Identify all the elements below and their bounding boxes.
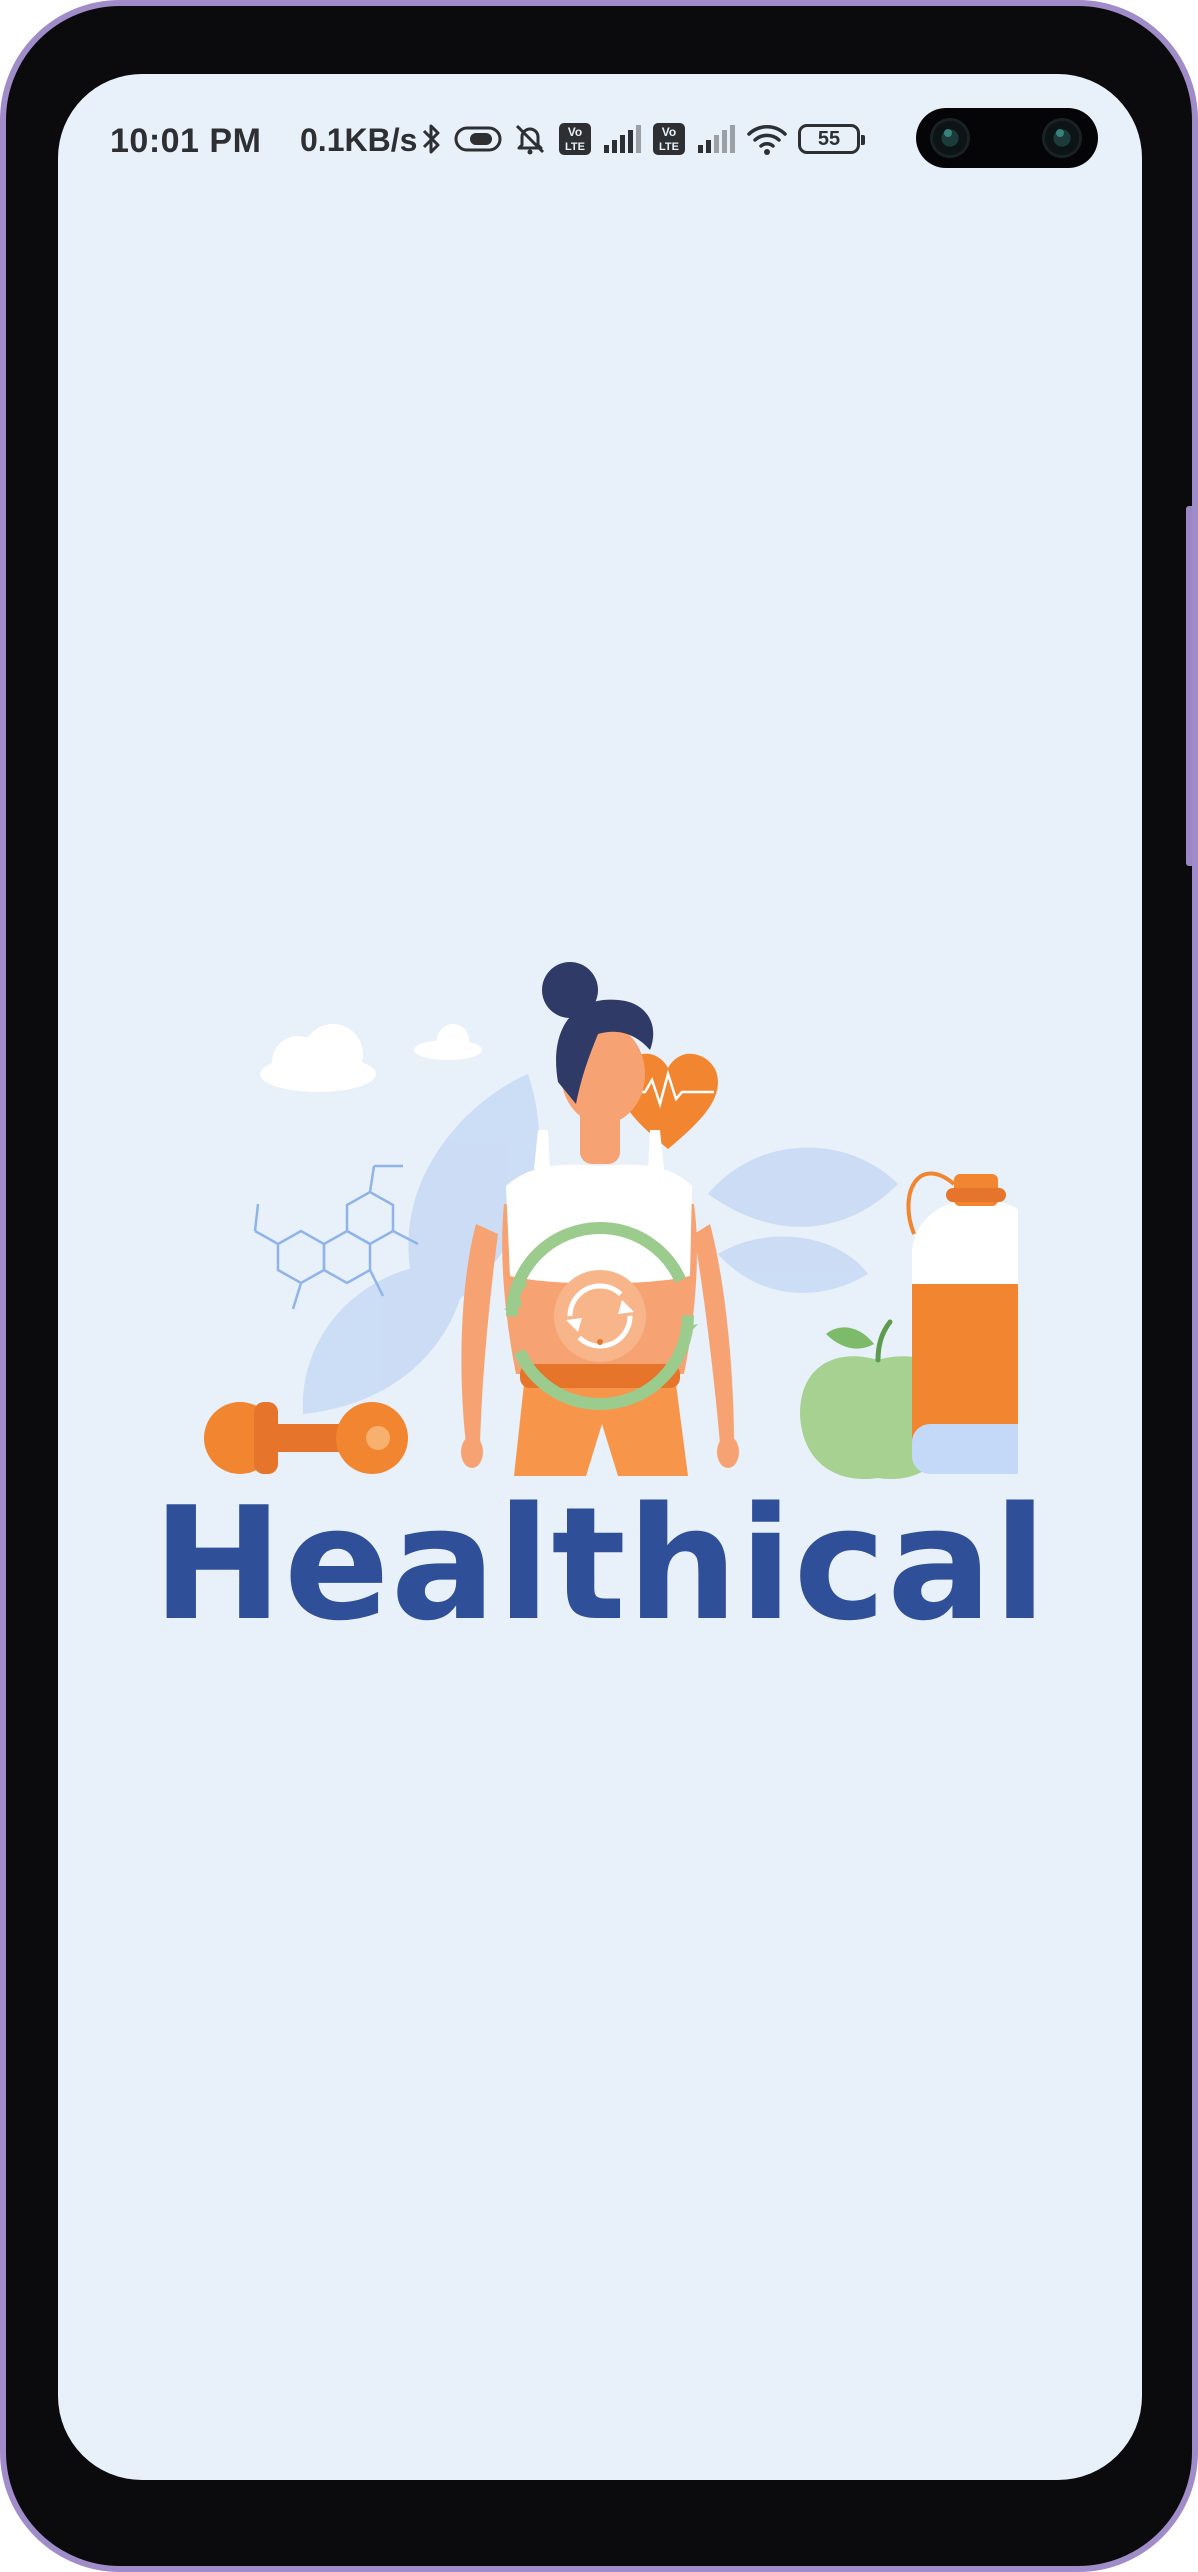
splash-screen: Healthical [58, 74, 1142, 2480]
water-bottle-icon [906, 1171, 1018, 1474]
app-name: Healthical [152, 1473, 1048, 1655]
cloud-icon [260, 1024, 482, 1092]
fitness-woman-illustration [204, 962, 1018, 1480]
side-button [1186, 506, 1192, 866]
app-screen: 10:01 PM 0.1KB/s Vo LTE Vo LTE 55 Health… [58, 74, 1142, 2480]
moon-icon [389, 1022, 438, 1096]
phone-frame: 10:01 PM 0.1KB/s Vo LTE Vo LTE 55 Health… [0, 0, 1198, 2572]
